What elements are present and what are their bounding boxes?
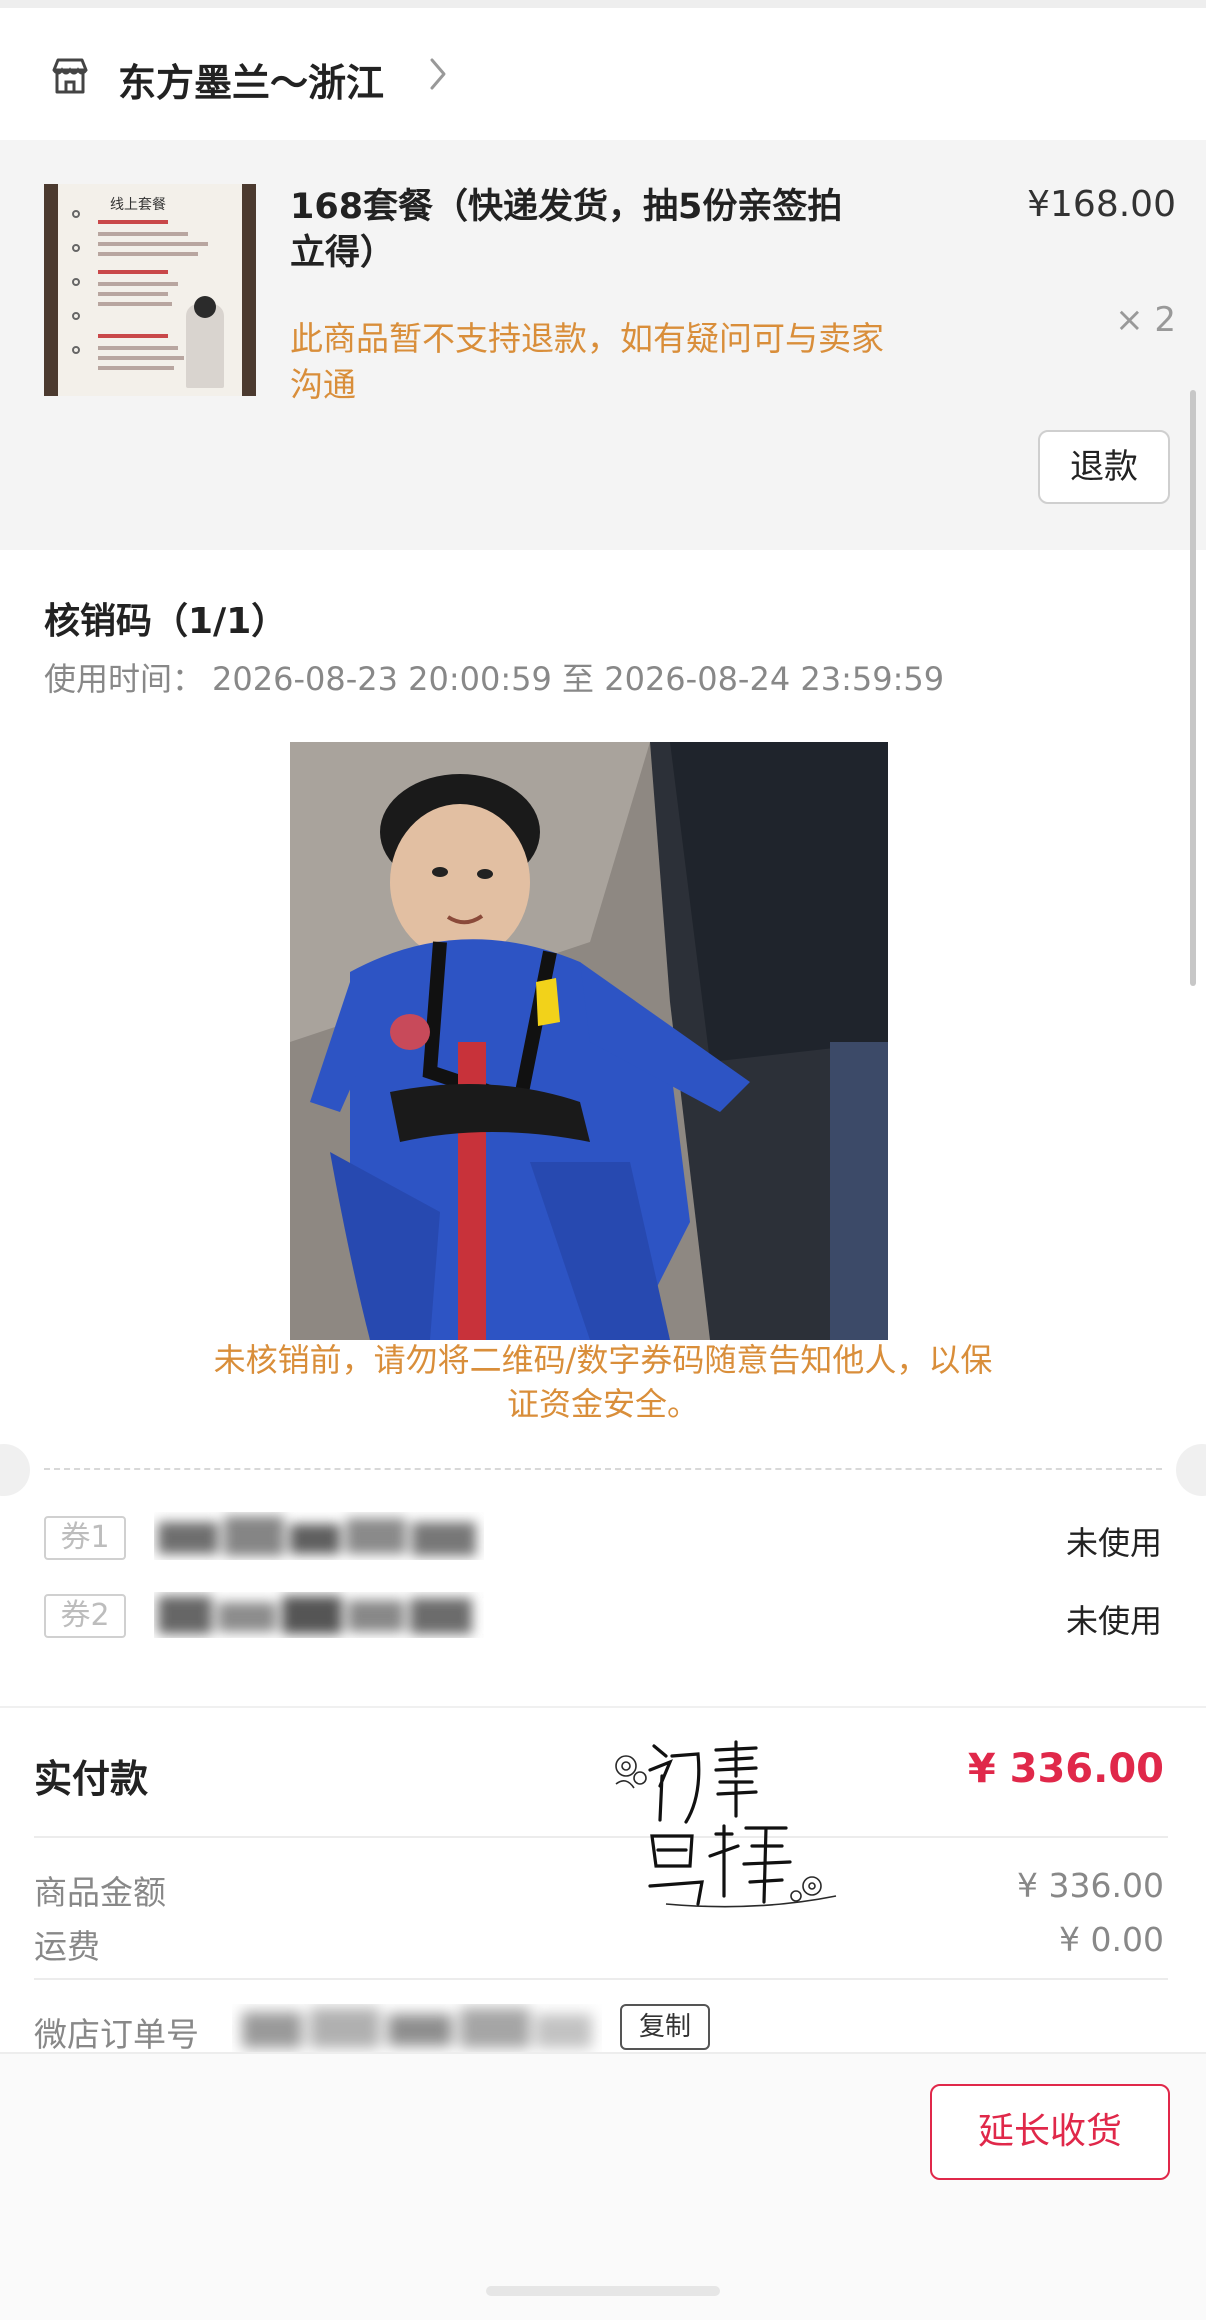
paid-amount: ¥ 336.00 [967, 1746, 1164, 1792]
order-number-label: 微店订单号 [34, 2015, 199, 2054]
usage-time-value: 2026-08-23 20:00:59 至 2026-08-24 23:59:5… [212, 660, 945, 698]
paid-label: 实付款 [34, 1757, 149, 1801]
verification-title: 核销码（1/1） [44, 601, 288, 642]
refund-notice: 此商品暂不支持退款，如有疑问可与卖家沟通 [290, 319, 884, 404]
voucher-tag: 券2 [44, 1594, 126, 1638]
shop-name[interactable]: 东方墨兰～浙江 [118, 52, 384, 107]
thumbnail-title: 线上套餐 [110, 197, 166, 213]
qr-code-photo[interactable] [290, 742, 888, 1340]
voucher-row[interactable]: 券1 未使用 [44, 1508, 1162, 1568]
product-panel[interactable]: 线上套餐 168套餐（快递发货，抽5份亲签拍立得） ¥168.00 × 2 此商… [0, 140, 1206, 550]
top-strip [0, 0, 1206, 8]
copy-button[interactable]: 复制 [620, 2004, 710, 2050]
scrollbar[interactable] [1190, 390, 1196, 986]
thumbnail-menu-card: 线上套餐 [58, 184, 242, 396]
store-icon [52, 58, 88, 94]
chevron-right-icon[interactable] [428, 56, 448, 92]
security-warning: 未核销前，请勿将二维码/数字券码随意告知他人，以保证资金安全。 [213, 1341, 993, 1423]
voucher-row[interactable]: 券2 未使用 [44, 1586, 1162, 1646]
goods-amount-label: 商品金额 [34, 1873, 166, 1912]
extend-receipt-button[interactable]: 延长收货 [930, 2084, 1170, 2180]
ticket-notch-left [0, 1444, 30, 1496]
ticket-divider [44, 1468, 1162, 1470]
divider [34, 1836, 1168, 1838]
shipping-value: ¥ 0.00 [1059, 1920, 1164, 1959]
watermark-logo [615, 1740, 837, 1908]
product-thumbnail[interactable]: 线上套餐 [44, 184, 256, 396]
photo-illustration [290, 742, 888, 1340]
voucher-status: 未使用 [1065, 1524, 1162, 1562]
product-title[interactable]: 168套餐（快递发货，抽5份亲签拍立得） [290, 184, 850, 276]
voucher-code-blurred[interactable] [154, 1586, 484, 1646]
section-separator [0, 1706, 1206, 1708]
refund-button[interactable]: 退款 [1038, 430, 1170, 504]
goods-amount-value: ¥ 336.00 [1017, 1866, 1164, 1905]
voucher-code-blurred[interactable] [154, 1508, 484, 1568]
voucher-tag: 券1 [44, 1516, 126, 1560]
home-indicator[interactable] [486, 2286, 720, 2296]
ticket-notch-right [1176, 1444, 1206, 1496]
product-price: ¥168.00 [1027, 184, 1176, 225]
usage-time-label: 使用时间： [44, 660, 205, 698]
bottom-action-bar: 延长收货 [0, 2052, 1206, 2320]
voucher-status: 未使用 [1065, 1602, 1162, 1640]
shipping-label: 运费 [34, 1927, 100, 1966]
shop-header[interactable]: 东方墨兰～浙江 [0, 8, 1206, 140]
product-quantity: × 2 [1115, 300, 1176, 340]
usage-time: 使用时间： 2026-08-23 20:00:59 至 2026-08-24 23… [44, 654, 952, 700]
divider [34, 1978, 1168, 1980]
